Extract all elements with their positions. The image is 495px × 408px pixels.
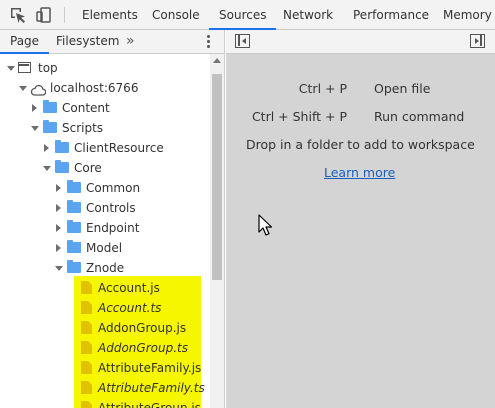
tab-network[interactable]: Network (283, 0, 333, 30)
shortcut-keys: Ctrl + P (298, 81, 347, 96)
tree-item-clientresource[interactable]: ClientResource (0, 138, 210, 158)
folder-icon (43, 100, 57, 113)
collapse-arrow-icon[interactable] (54, 218, 64, 238)
shortcut-description: Run command (374, 109, 465, 124)
tab-elements[interactable]: Elements (82, 0, 138, 30)
tree-item-label: Controls (86, 201, 136, 215)
tree-item-label: AttributeFamily.ts (98, 381, 205, 395)
tree-item-label: ClientResource (74, 141, 164, 155)
navigator-tabs: Page Filesystem » (0, 30, 224, 54)
expand-arrow-icon[interactable] (54, 258, 64, 278)
editor-toolbar (226, 30, 495, 54)
mouse-cursor-icon (258, 214, 273, 236)
frame-icon (18, 62, 31, 73)
expand-arrow-icon[interactable] (6, 58, 16, 78)
file-icon (81, 361, 92, 374)
tab-memory[interactable]: Memory (443, 0, 492, 30)
collapse-arrow-icon[interactable] (30, 98, 40, 118)
tree-file-item[interactable]: AttributeFamily.ts (0, 378, 210, 398)
expand-arrow-icon[interactable] (18, 78, 28, 98)
toggle-debugger-icon[interactable] (470, 34, 485, 48)
file-icon (81, 401, 92, 408)
tree-item-label: Account.js (98, 281, 160, 295)
tree-item-label: Content (62, 101, 110, 115)
kebab-menu-icon[interactable] (207, 35, 211, 49)
tree-file-item[interactable]: AttributeGroup.js (0, 398, 210, 408)
collapse-arrow-icon[interactable] (54, 238, 64, 258)
toolbar-divider (64, 7, 65, 23)
tree-item-label: Endpoint (86, 221, 140, 235)
tree-item-label: top (38, 61, 58, 75)
file-icon (81, 281, 92, 294)
tree-file-item[interactable]: AddonGroup.ts (0, 338, 210, 358)
tree-file-item[interactable]: AddonGroup.js (0, 318, 210, 338)
scroll-thumb[interactable] (212, 74, 222, 280)
collapse-arrow-icon[interactable] (54, 178, 64, 198)
cloud-icon (30, 82, 47, 96)
tree-item-label: Model (86, 241, 123, 255)
tree-item-label: Core (74, 161, 102, 175)
tree-file-item[interactable]: Account.js (0, 278, 210, 298)
tree-item-core[interactable]: Core (0, 158, 210, 178)
file-icon (81, 381, 92, 394)
editor-pane: Ctrl + P Open file Ctrl + Shift + P Run … (226, 30, 495, 408)
navigator-pane: Page Filesystem » top localhost:6766 Con… (0, 30, 225, 408)
collapse-arrow-icon[interactable] (42, 138, 52, 158)
tree-item-znode[interactable]: Znode (0, 258, 210, 278)
tree-item-common[interactable]: Common (0, 178, 210, 198)
folder-icon (67, 200, 81, 213)
shortcut-description: Open file (374, 81, 431, 96)
tree-item-model[interactable]: Model (0, 238, 210, 258)
drop-folder-hint: Drop in a folder to add to workspace (246, 137, 475, 152)
learn-more-link[interactable]: Learn more (324, 165, 395, 180)
device-toolbar-icon[interactable] (35, 6, 53, 24)
tree-item-controls[interactable]: Controls (0, 198, 210, 218)
devtools-toolbar: Elements Console Sources Network Perform… (0, 0, 495, 30)
tree-item-label: AddonGroup.js (98, 321, 187, 335)
tab-page[interactable]: Page (0, 30, 50, 54)
file-icon (81, 321, 92, 334)
folder-icon (67, 180, 81, 193)
expand-arrow-icon[interactable] (42, 158, 52, 178)
tree-item-label: localhost:6766 (50, 81, 139, 95)
tree-item-label: AddonGroup.ts (98, 341, 188, 355)
tree-item-content[interactable]: Content (0, 98, 210, 118)
chevron-double-right-icon[interactable]: » (126, 33, 135, 49)
folder-icon (55, 140, 69, 153)
tree-item-label: Scripts (62, 121, 104, 135)
tree-item-label: AttributeFamily.js (98, 361, 202, 375)
folder-icon (67, 260, 81, 273)
expand-arrow-icon[interactable] (30, 118, 40, 138)
folder-icon (43, 120, 57, 133)
tree-item-label: AttributeGroup.js (98, 401, 201, 408)
tree-item-endpoint[interactable]: Endpoint (0, 218, 210, 238)
shortcut-keys: Ctrl + Shift + P (251, 109, 347, 124)
scroll-up-arrow-icon[interactable] (213, 58, 221, 63)
file-icon (81, 301, 92, 314)
tree-item-localhost[interactable]: localhost:6766 (0, 78, 210, 98)
tree-item-scripts[interactable]: Scripts (0, 118, 210, 138)
tree-item-label: Account.ts (98, 301, 162, 315)
collapse-arrow-icon[interactable] (54, 198, 64, 218)
tab-filesystem[interactable]: Filesystem (56, 30, 119, 54)
inspect-element-icon[interactable] (9, 6, 27, 24)
tab-performance[interactable]: Performance (353, 0, 429, 30)
tree-file-item[interactable]: AttributeFamily.js (0, 358, 210, 378)
navigator-scrollbar[interactable] (210, 54, 224, 408)
file-icon (81, 341, 92, 354)
tree-item-label: Common (86, 181, 141, 195)
tab-sources[interactable]: Sources (209, 0, 277, 30)
tree-file-item[interactable]: Account.ts (0, 298, 210, 318)
tab-console[interactable]: Console (152, 0, 200, 30)
tree-item-label: Znode (86, 261, 125, 275)
tree-item-top[interactable]: top (0, 58, 210, 78)
folder-icon (67, 240, 81, 253)
toggle-navigator-icon[interactable] (235, 34, 250, 48)
folder-icon (67, 220, 81, 233)
folder-icon (55, 160, 69, 173)
